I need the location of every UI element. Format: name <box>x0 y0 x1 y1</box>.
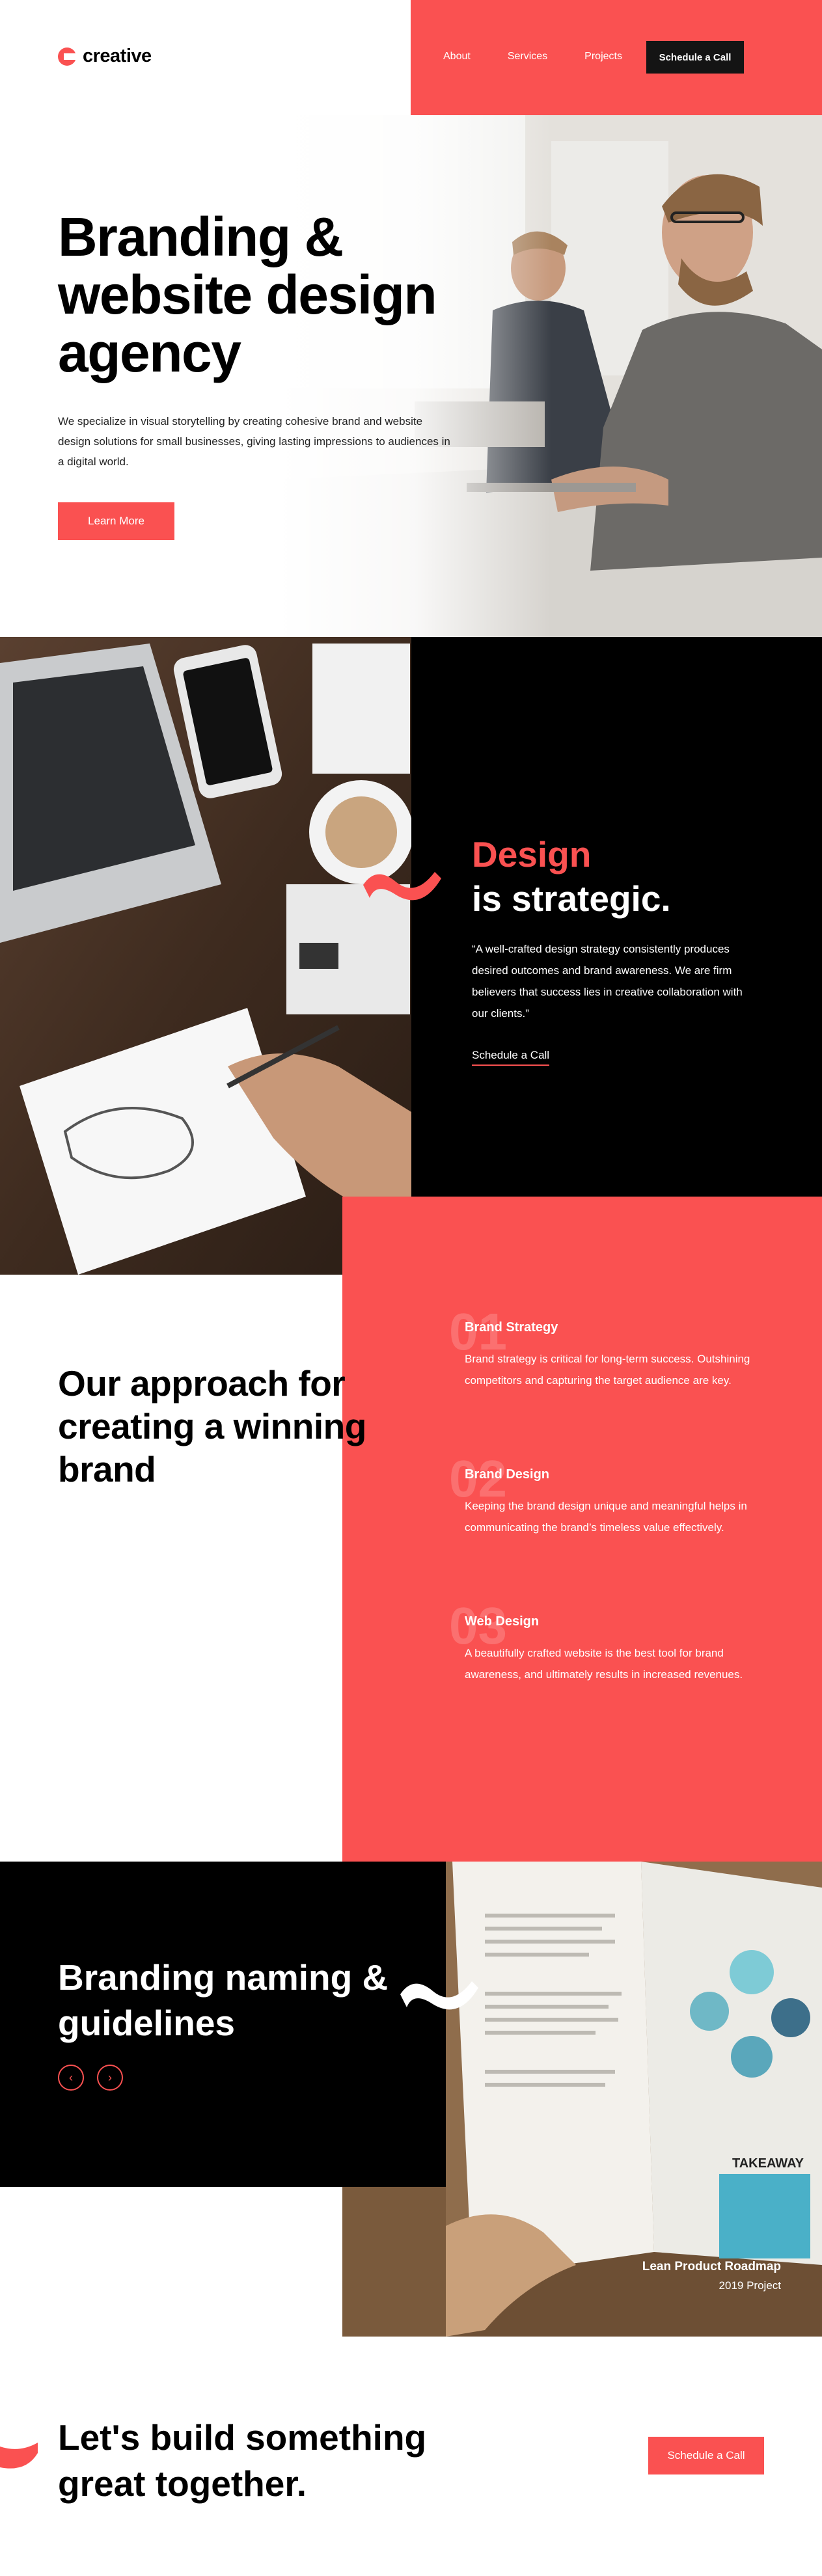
desk-photo <box>0 637 411 1275</box>
step-title: Web Design <box>465 1614 540 1629</box>
strategy-schedule-call-link[interactable]: Schedule a Call <box>472 1049 550 1066</box>
nav-projects[interactable]: Projects <box>584 51 622 62</box>
approach-title: Our approach for creating a winning bran… <box>58 1363 366 1489</box>
next-project-button[interactable]: › <box>97 2065 123 2091</box>
project-subtitle: 2019 Project <box>719 2279 781 2292</box>
step-title: Brand Design <box>465 1467 550 1482</box>
approach-step: 01 Brand Strategy Brand strategy is crit… <box>449 1306 774 1391</box>
chevron-left-icon: ‹ <box>69 2070 73 2084</box>
book-photo-lower <box>342 2187 446 2337</box>
approach-step: 03 Web Design A beautifully crafted webs… <box>449 1600 774 1685</box>
chevron-right-icon: › <box>108 2070 112 2084</box>
step-text: A beautifully crafted website is the bes… <box>465 1647 743 1681</box>
step-title: Brand Strategy <box>465 1320 558 1335</box>
strategy-quote: “A well-crafted design strategy consiste… <box>472 943 743 1020</box>
logo[interactable]: creative <box>58 46 152 67</box>
nav-about[interactable]: About <box>443 51 471 62</box>
cta-schedule-call-button[interactable]: Schedule a Call <box>648 2437 764 2474</box>
project-title[interactable]: Lean Product Roadmap <box>586 2260 781 2274</box>
header-schedule-call-button[interactable]: Schedule a Call <box>646 41 744 74</box>
logo-mark-icon <box>58 47 76 66</box>
wave-corner-icon <box>0 2443 38 2469</box>
nav-services[interactable]: Services <box>508 51 547 62</box>
logo-text: creative <box>83 46 152 66</box>
projects-title: Branding naming & guidelines <box>58 1957 389 2043</box>
step-text: Brand strategy is critical for long-term… <box>465 1353 750 1387</box>
learn-more-button[interactable]: Learn More <box>58 502 174 540</box>
prev-project-button[interactable]: ‹ <box>58 2065 84 2091</box>
step-text: Keeping the brand design unique and mean… <box>465 1500 747 1534</box>
strategy-title-accent: Design <box>472 834 592 874</box>
hero-title: Branding & website design agency <box>58 206 437 383</box>
approach-step: 02 Brand Design Keeping the brand design… <box>449 1453 774 1538</box>
strategy-title: is strategic. <box>472 878 671 919</box>
book-takeaway-label: TAKEAWAY <box>732 2156 804 2171</box>
wave-white-icon <box>400 1981 478 2010</box>
desk-workspace-illustration <box>0 637 411 1275</box>
hero-description: We specialize in visual storytelling by … <box>58 415 450 468</box>
cta-title: Let's build something great together. <box>58 2417 427 2504</box>
main-nav: About Services Projects <box>443 51 659 62</box>
wave-accent-icon <box>363 872 441 901</box>
